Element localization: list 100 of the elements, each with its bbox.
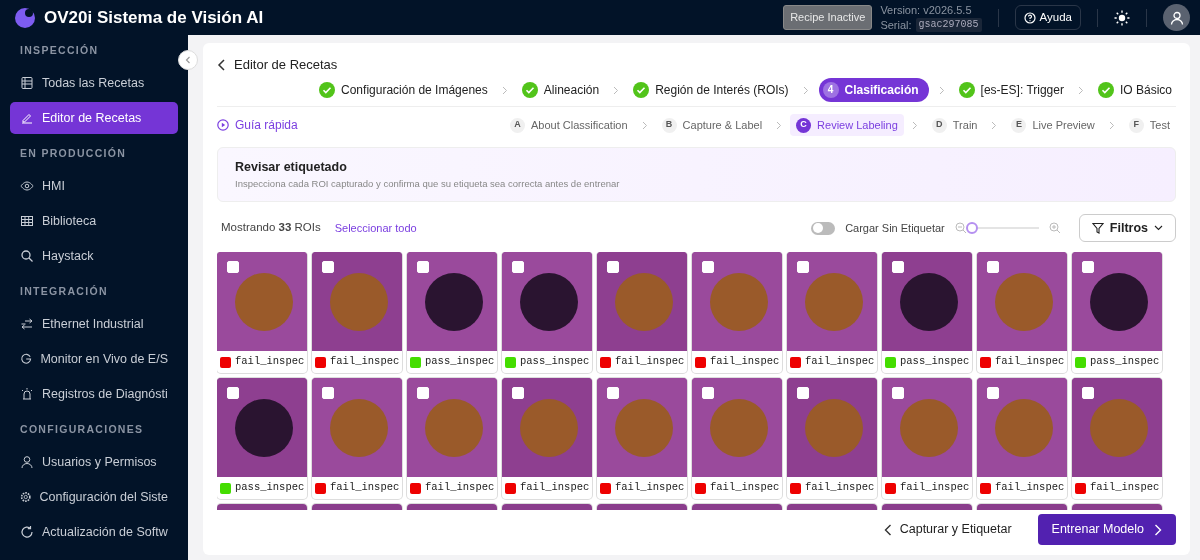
roi-tile[interactable]: pass_inspec [882, 252, 972, 373]
roi-tile[interactable]: fail_inspec [882, 378, 972, 499]
substep-tab[interactable]: B Capture & Label [655, 113, 769, 137]
tile-checkbox[interactable] [1082, 387, 1094, 399]
tile-label: fail_inspec [615, 480, 685, 496]
tile-checkbox[interactable] [797, 261, 809, 273]
roi-tile[interactable]: fail_inspec [312, 252, 402, 373]
app-title: OV20i Sistema de Visión AI [44, 6, 264, 29]
filters-button[interactable]: Filtros [1078, 213, 1176, 243]
tile-checkbox[interactable] [702, 387, 714, 399]
tile-checkbox[interactable] [987, 387, 999, 399]
tile-checkbox[interactable] [512, 387, 524, 399]
roi-tile[interactable]: fail_inspec [977, 378, 1067, 499]
quick-guide-link[interactable]: Guía rápida [217, 116, 298, 134]
tile-label: fail_inspec [900, 480, 970, 496]
sidebar-item[interactable]: Monitor en Vivo de E/S [10, 342, 178, 376]
roi-tile[interactable]: pass_inspec [502, 252, 592, 373]
chevron-right-icon [776, 120, 783, 130]
refresh-icon [20, 524, 34, 539]
caret-icon [1154, 225, 1163, 231]
substep-tab[interactable]: F Test [1122, 113, 1176, 137]
step-tab[interactable]: IO Básico [1093, 77, 1176, 102]
capture-label-button[interactable]: Capturar y Etiquetar [877, 519, 1018, 540]
gear-icon [20, 490, 32, 505]
tile-label: fail_inspec [710, 480, 780, 496]
check-circle-icon [1097, 81, 1114, 98]
sidebar-item[interactable]: Usuarios y Permisos [10, 446, 178, 479]
tile-checkbox[interactable] [1082, 261, 1094, 273]
tile-checkbox[interactable] [797, 387, 809, 399]
sun-icon[interactable] [1114, 9, 1130, 26]
sidebar-item[interactable]: Editor de Recetas [10, 101, 178, 135]
roi-tile[interactable]: fail_inspec [312, 378, 402, 499]
chevron-right-icon [501, 85, 508, 95]
help-button[interactable]: Ayuda [1014, 4, 1081, 31]
substep-tab[interactable]: E Live Preview [1005, 113, 1101, 137]
tile-label: pass_inspec [900, 354, 970, 370]
roi-tile[interactable]: fail_inspec [787, 378, 877, 499]
step-tab[interactable]: Configuración de Imágenes [315, 77, 492, 102]
sidebar-item[interactable]: Biblioteca [10, 204, 178, 238]
roi-tile[interactable]: fail_inspec [502, 378, 592, 499]
tile-checkbox[interactable] [892, 261, 904, 273]
tile-label: pass_inspec [1090, 354, 1160, 370]
roi-tile[interactable]: pass_inspec [407, 252, 497, 373]
check-circle-icon [958, 81, 975, 98]
tile-checkbox[interactable] [892, 387, 904, 399]
arrows-icon [20, 317, 34, 332]
tile-checkbox[interactable] [702, 261, 714, 273]
tile-label: fail_inspec [805, 354, 875, 370]
tile-checkbox[interactable] [607, 261, 619, 273]
tile-checkbox[interactable] [607, 387, 619, 399]
substep-tab[interactable]: C Review Labeling [790, 113, 904, 137]
roi-count: Mostrando 33 ROIs [221, 220, 321, 236]
substep-tab[interactable]: D Train [925, 113, 984, 137]
roi-tile[interactable]: fail_inspec [692, 378, 782, 499]
roi-tile[interactable]: fail_inspec [407, 378, 497, 499]
sidebar-item[interactable]: Actualización de Softw [10, 515, 178, 549]
roi-tile[interactable]: pass_inspec [1072, 252, 1162, 373]
tile-checkbox[interactable] [987, 261, 999, 273]
serial-label: Serial: [880, 17, 912, 33]
roi-tile[interactable]: fail_inspec [977, 252, 1067, 373]
select-all-link[interactable]: Seleccionar todo [334, 219, 417, 237]
chevron-right-icon [1108, 120, 1115, 130]
tile-checkbox[interactable] [227, 261, 239, 273]
tile-checkbox[interactable] [417, 261, 429, 273]
sidebar-item[interactable]: Configuración del Siste [10, 480, 178, 514]
chevron-right-icon [613, 85, 620, 95]
zoom-slider-thumb[interactable] [966, 222, 979, 234]
step-tab[interactable]: Región de Interés (ROIs) [629, 77, 793, 102]
user-avatar[interactable] [1163, 4, 1190, 31]
tile-label: pass_inspec [425, 354, 495, 370]
tile-checkbox[interactable] [322, 261, 334, 273]
sidebar-item[interactable]: Todas las Recetas [10, 66, 178, 100]
tile-checkbox[interactable] [417, 387, 429, 399]
sidebar-item[interactable]: Haystack [10, 239, 178, 273]
roi-tile[interactable]: fail_inspec [217, 252, 307, 373]
check-circle-icon [319, 81, 336, 98]
recipe-status: Recipe Inactive [783, 5, 873, 30]
step-tab[interactable]: 4 Clasificación [818, 77, 929, 102]
sidebar-item[interactable]: Registros de Diagnósti [10, 377, 178, 411]
tile-checkbox[interactable] [322, 387, 334, 399]
tile-label: fail_inspec [995, 354, 1065, 370]
roi-tile[interactable]: fail_inspec [1072, 378, 1162, 499]
tile-checkbox[interactable] [512, 261, 524, 273]
collapse-button[interactable] [178, 50, 198, 70]
tile-label: fail_inspec [995, 480, 1065, 496]
step-tab[interactable]: [es-ES]: Trigger [954, 77, 1068, 102]
roi-tile[interactable]: fail_inspec [787, 252, 877, 373]
substep-tab[interactable]: A About Classification [503, 113, 634, 137]
roi-tile[interactable]: fail_inspec [597, 378, 687, 499]
toggle-switch[interactable] [811, 221, 836, 235]
tile-label: fail_inspec [425, 480, 495, 496]
train-model-button[interactable]: Entrenar Modelo [1037, 514, 1176, 545]
roi-tile[interactable]: fail_inspec [597, 252, 687, 373]
step-tab[interactable]: Alineación [517, 77, 604, 102]
sidebar-item[interactable]: Ethernet Industrial [10, 308, 178, 341]
tile-checkbox[interactable] [227, 387, 239, 399]
chevron-left-icon [184, 56, 192, 64]
roi-tile[interactable]: fail_inspec [692, 252, 782, 373]
roi-tile[interactable]: pass_inspec [217, 378, 307, 499]
sidebar-item[interactable]: HMI [10, 170, 178, 203]
